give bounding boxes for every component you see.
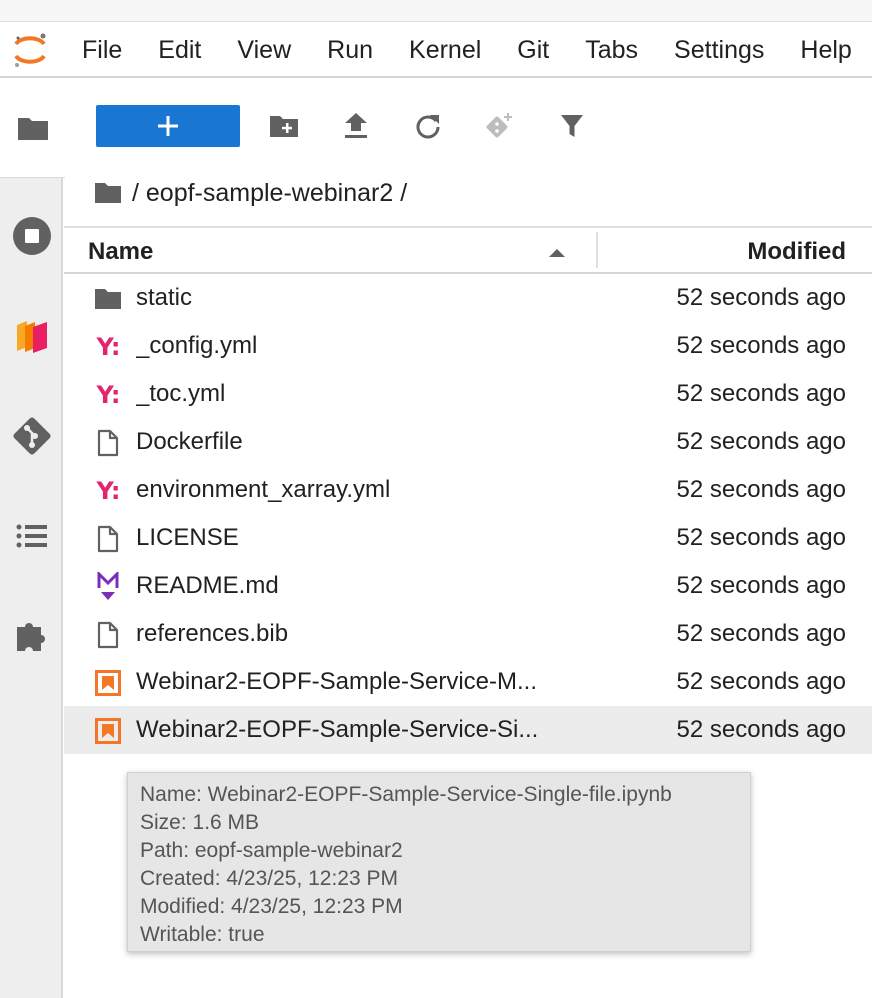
menu-run[interactable]: Run bbox=[309, 36, 391, 65]
file-info-tooltip: Name: Webinar2-EOPF-Sample-Service-Singl… bbox=[127, 772, 751, 952]
upload-button[interactable] bbox=[341, 111, 371, 141]
menu-tabs[interactable]: Tabs bbox=[567, 36, 656, 65]
yaml-file-icon: Y: bbox=[96, 381, 121, 409]
tooltip-created: Created: 4/23/25, 12:23 PM bbox=[140, 867, 398, 890]
file-name: _toc.yml bbox=[136, 380, 226, 407]
puzzle-icon bbox=[16, 623, 45, 651]
list-item[interactable]: LICENSE 52 seconds ago bbox=[64, 514, 872, 562]
home-folder-icon[interactable] bbox=[94, 182, 122, 204]
sidebar-tab-extensions[interactable] bbox=[0, 586, 63, 686]
upload-icon bbox=[345, 113, 367, 138]
notebook-icon bbox=[94, 717, 122, 745]
folder-icon bbox=[17, 117, 48, 140]
column-header-name[interactable]: Name bbox=[88, 238, 153, 266]
file-name: environment_xarray.yml bbox=[136, 476, 391, 503]
file-name: _config.yml bbox=[136, 332, 258, 359]
file-name: README.md bbox=[136, 572, 279, 599]
list-item[interactable]: README.md 52 seconds ago bbox=[64, 562, 872, 610]
file-icon bbox=[94, 525, 122, 553]
tooltip-path: Path: eopf-sample-webinar2 bbox=[140, 839, 403, 862]
file-name: Webinar2-EOPF-Sample-Service-Si... bbox=[136, 716, 539, 743]
new-folder-button[interactable] bbox=[269, 111, 299, 141]
file-modified: 52 seconds ago bbox=[676, 428, 846, 455]
menu-kernel[interactable]: Kernel bbox=[391, 36, 499, 65]
sidebar-tab-file-browser[interactable] bbox=[0, 78, 65, 178]
list-item[interactable]: Dockerfile 52 seconds ago bbox=[64, 418, 872, 466]
file-modified: 52 seconds ago bbox=[676, 620, 846, 647]
sidebar-tab-table-of-contents[interactable] bbox=[0, 486, 63, 586]
file-name: Webinar2-EOPF-Sample-Service-M... bbox=[136, 668, 537, 695]
filter-icon bbox=[561, 115, 583, 137]
file-name: static bbox=[136, 284, 193, 311]
list-item[interactable]: Y: environment_xarray.yml 52 seconds ago bbox=[64, 466, 872, 514]
notebook-icon bbox=[94, 669, 122, 697]
file-icon bbox=[94, 621, 122, 649]
list-item[interactable]: Y: _config.yml 52 seconds ago bbox=[64, 322, 872, 370]
menu-edit[interactable]: Edit bbox=[140, 36, 219, 65]
sort-ascending-icon bbox=[549, 249, 565, 257]
jupyter-logo-icon[interactable] bbox=[10, 30, 50, 70]
git-clone-icon bbox=[486, 113, 512, 138]
file-modified: 52 seconds ago bbox=[676, 716, 846, 743]
window-top-strip bbox=[0, 0, 872, 22]
git-clone-button[interactable] bbox=[485, 111, 515, 141]
filter-button[interactable] bbox=[557, 111, 587, 141]
file-browser-toolbar bbox=[64, 78, 872, 174]
tooltip-modified: Modified: 4/23/25, 12:23 PM bbox=[140, 895, 403, 918]
list-item-hovered[interactable]: Webinar2-EOPF-Sample-Service-Si... 52 se… bbox=[64, 706, 872, 754]
file-modified: 52 seconds ago bbox=[676, 524, 846, 551]
menu-file[interactable]: File bbox=[64, 36, 140, 65]
new-folder-icon bbox=[270, 116, 298, 137]
listing-header: Name Modified bbox=[64, 226, 872, 274]
file-name: references.bib bbox=[136, 620, 289, 647]
toc-list-icon bbox=[16, 524, 47, 548]
sidebar-tab-git[interactable] bbox=[0, 386, 63, 486]
breadcrumb-path[interactable]: / eopf-sample-webinar2 / bbox=[132, 179, 407, 208]
file-modified: 52 seconds ago bbox=[676, 284, 846, 311]
file-modified: 52 seconds ago bbox=[676, 380, 846, 407]
sidebar-tab-extension-stack[interactable] bbox=[0, 286, 63, 386]
left-sidebar bbox=[0, 78, 65, 998]
tooltip-size: Size: 1.6 MB bbox=[140, 811, 260, 834]
yaml-file-icon: Y: bbox=[96, 333, 121, 361]
file-icon bbox=[94, 429, 122, 457]
file-modified: 52 seconds ago bbox=[676, 572, 846, 599]
menu-settings[interactable]: Settings bbox=[656, 36, 782, 65]
menubar: File Edit View Run Kernel Git Tabs Setti… bbox=[0, 22, 872, 78]
file-modified: 52 seconds ago bbox=[676, 476, 846, 503]
column-divider[interactable] bbox=[596, 232, 598, 268]
breadcrumb: / eopf-sample-webinar2 / bbox=[94, 176, 407, 210]
refresh-button[interactable] bbox=[413, 111, 443, 141]
tooltip-writable: Writable: true bbox=[140, 923, 265, 946]
directory-listing: Name Modified static 52 seconds ago Y: _… bbox=[64, 226, 872, 754]
column-header-modified[interactable]: Modified bbox=[747, 238, 846, 266]
menu-git[interactable]: Git bbox=[499, 36, 567, 65]
file-modified: 52 seconds ago bbox=[676, 332, 846, 359]
folder-icon bbox=[94, 285, 122, 313]
sidebar-tab-running[interactable] bbox=[0, 186, 63, 286]
list-item[interactable]: references.bib 52 seconds ago bbox=[64, 610, 872, 658]
list-item[interactable]: Webinar2-EOPF-Sample-Service-M... 52 sec… bbox=[64, 658, 872, 706]
extension-stack-icon bbox=[16, 321, 47, 353]
file-name: Dockerfile bbox=[136, 428, 243, 455]
menu-view[interactable]: View bbox=[219, 36, 309, 65]
list-item[interactable]: static 52 seconds ago bbox=[64, 274, 872, 322]
list-item[interactable]: Y: _toc.yml 52 seconds ago bbox=[64, 370, 872, 418]
menu-help[interactable]: Help bbox=[782, 36, 869, 65]
stop-circle-icon bbox=[12, 217, 51, 255]
markdown-file-icon bbox=[94, 572, 122, 601]
file-name: LICENSE bbox=[136, 524, 239, 551]
refresh-icon bbox=[416, 115, 440, 139]
tooltip-name: Name: Webinar2-EOPF-Sample-Service-Singl… bbox=[140, 783, 672, 806]
file-modified: 52 seconds ago bbox=[676, 668, 846, 695]
new-launcher-button[interactable] bbox=[96, 105, 240, 147]
git-icon bbox=[12, 417, 51, 455]
yaml-file-icon: Y: bbox=[96, 477, 121, 505]
plus-icon bbox=[158, 116, 178, 136]
